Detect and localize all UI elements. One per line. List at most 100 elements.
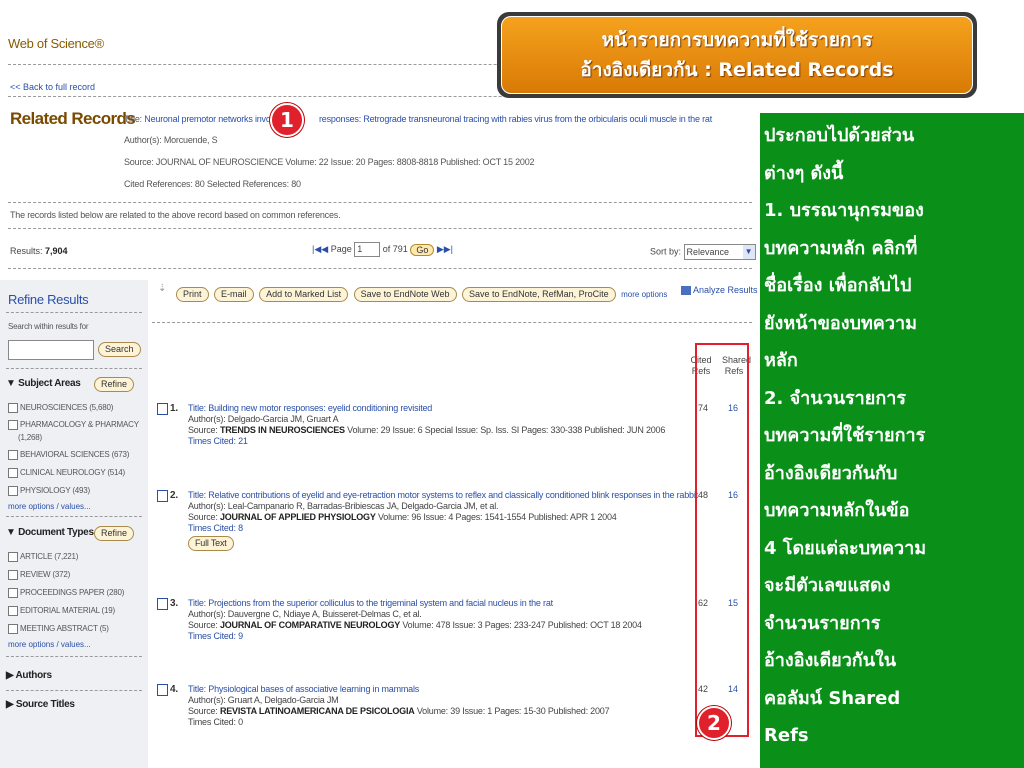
- subject-option[interactable]: NEUROSCIENCES (5,680): [8, 403, 113, 413]
- subject-option[interactable]: BEHAVIORAL SCIENCES (673): [8, 450, 129, 460]
- record-times-cited: Times Cited: 8: [188, 523, 243, 533]
- search-within-input[interactable]: [8, 340, 94, 360]
- subject-areas-heading[interactable]: ▼ Subject Areas: [6, 378, 81, 389]
- record-times-cited: Times Cited: 0: [188, 717, 243, 727]
- subject-option-count: (1,268): [18, 433, 42, 442]
- related-note: The records listed below are related to …: [10, 210, 341, 220]
- print-button[interactable]: Print: [176, 287, 209, 302]
- explanation-line: 4 โดยแต่ละบทความ: [764, 537, 927, 559]
- page-title: Related Records: [10, 109, 136, 128]
- explanation-line: 1. บรรณานุกรมของ: [764, 200, 924, 221]
- explanation-line: ยังหน้าของบทความ: [764, 312, 917, 334]
- authors-heading[interactable]: ▶ Authors: [6, 670, 52, 681]
- more-options-link[interactable]: more options / values...: [8, 640, 91, 649]
- divider: [8, 228, 752, 229]
- record-source: Source: JOURNAL OF COMPARATIVE NEUROLOGY…: [188, 620, 642, 630]
- explanation-line: 2. จำนวนรายการ: [764, 387, 906, 409]
- subject-option[interactable]: CLINICAL NEUROLOGY (514): [8, 468, 125, 478]
- divider: [152, 322, 752, 323]
- more-options-link[interactable]: more options / values...: [8, 502, 91, 511]
- record-authors: Author(s): Leal-Campanario R, Barradas-B…: [188, 501, 499, 511]
- main-title-link-2[interactable]: responses: Retrograde transneuronal trac…: [319, 114, 712, 124]
- subject-option[interactable]: PHARMACOLOGY & PHARMACY: [8, 420, 139, 430]
- back-link[interactable]: << Back to full record: [10, 82, 95, 92]
- divider: [8, 202, 752, 203]
- record-title-link[interactable]: Title: Physiological bases of associativ…: [188, 684, 609, 695]
- checkbox[interactable]: [8, 403, 18, 413]
- record-title-link[interactable]: Title: Projections from the superior col…: [188, 598, 642, 609]
- shared-refs-highlight: [695, 343, 749, 737]
- refine-title: Refine Results: [8, 292, 89, 307]
- main-record-authors: Author(s): Morcuende, S: [124, 135, 218, 145]
- chevron-down-icon: ▼: [742, 245, 755, 259]
- record-authors: Author(s): Delgado-Garcia JM, Gruart A: [188, 414, 339, 424]
- main-record-source: Source: JOURNAL OF NEUROSCIENCE Volume: …: [124, 157, 535, 167]
- explanation-line: บทความหลัก คลิกที่: [764, 237, 918, 259]
- explanation-line: Refs: [764, 725, 809, 746]
- checkbox[interactable]: [8, 588, 18, 598]
- sort-select[interactable]: Relevance ▼: [683, 244, 756, 260]
- record-authors: Author(s): Dauvergne C, Ndiaye A, Buisse…: [188, 609, 422, 619]
- next-last-icon[interactable]: ▶▶|: [437, 244, 453, 254]
- add-to-marked-list-button[interactable]: Add to Marked List: [259, 287, 349, 302]
- explanation-panel: ประกอบไปด้วยส่วน ต่างๆ ดังนี้ 1. บรรณานุ…: [760, 113, 1024, 768]
- checkbox[interactable]: [8, 420, 18, 430]
- document-types-heading[interactable]: ▼ Document Types: [6, 527, 94, 538]
- explanation-line: จะมีตัวเลขแสดง: [764, 575, 891, 596]
- doctype-option[interactable]: REVIEW (372): [8, 570, 70, 580]
- select-all-icon[interactable]: ⇣: [158, 283, 166, 294]
- refine-sidebar: Refine Results Search within results for…: [0, 280, 148, 768]
- save-endnote-web-button[interactable]: Save to EndNote Web: [353, 287, 457, 302]
- callout-line-1: หน้ารายการบทความที่ใช้รายการ: [601, 29, 873, 51]
- record-title-link[interactable]: Title: Relative contributions of eyelid …: [188, 490, 698, 501]
- explanation-line: จำนวนรายการ: [764, 612, 881, 634]
- search-button[interactable]: Search: [98, 342, 141, 357]
- analyze-results[interactable]: Analyze Results: [681, 285, 758, 296]
- record-title-link[interactable]: Title: Building new motor responses: eye…: [188, 403, 665, 414]
- main-record-title[interactable]: Title: Neuronal premotor networks involv…: [124, 114, 712, 124]
- explanation-line: คอลัมน์ Shared: [764, 687, 901, 709]
- record-times-cited: Times Cited: 9: [188, 631, 243, 641]
- subject-option[interactable]: PHYSIOLOGY (493): [8, 486, 90, 496]
- explanation-line: ชื่อเรื่อง เพื่อกลับไป: [764, 275, 912, 296]
- checkbox[interactable]: [8, 624, 18, 634]
- record-checkbox[interactable]: [157, 598, 168, 610]
- pager: |◀◀ Page 1 of 791 Go ▶▶|: [312, 242, 453, 257]
- checkbox[interactable]: [8, 486, 18, 496]
- refine-subject-button[interactable]: Refine: [94, 377, 135, 392]
- doctype-option[interactable]: ARTICLE (7,221): [8, 552, 78, 562]
- save-endnote-refman-button[interactable]: Save to EndNote, RefMan, ProCite: [462, 287, 616, 302]
- explanation-line: อ้างอิงเดียวกันกับ: [764, 462, 898, 484]
- refine-doctype-button[interactable]: Refine: [94, 526, 135, 541]
- go-button[interactable]: Go: [410, 243, 435, 256]
- first-prev-icon[interactable]: |◀◀: [312, 244, 328, 254]
- full-text-button[interactable]: Full Text: [188, 536, 234, 551]
- doctype-option[interactable]: EDITORIAL MATERIAL (19): [8, 606, 115, 616]
- analyze-icon: [681, 286, 691, 296]
- checkbox[interactable]: [8, 570, 18, 580]
- record-source: Source: TRENDS IN NEUROSCIENCES Volume: …: [188, 425, 666, 435]
- main-title-link-1[interactable]: Neuronal premotor networks involved: [144, 114, 286, 124]
- record-checkbox[interactable]: [157, 490, 168, 502]
- email-button[interactable]: E-mail: [214, 287, 254, 302]
- toolbar: Print E-mail Add to Marked List Save to …: [176, 287, 667, 302]
- callout-banner: หน้ารายการบทความที่ใช้รายการ อ้างอิงเดีย…: [497, 12, 977, 98]
- explanation-text: ประกอบไปด้วยส่วน ต่างๆ ดังนี้ 1. บรรณานุ…: [764, 117, 1022, 755]
- record-checkbox[interactable]: [157, 403, 168, 415]
- checkbox[interactable]: [8, 606, 18, 616]
- more-options-link[interactable]: more options: [621, 290, 667, 299]
- checkbox[interactable]: [8, 552, 18, 562]
- page-input[interactable]: 1: [354, 242, 381, 257]
- record-times-cited: Times Cited: 21: [188, 436, 248, 446]
- doctype-option[interactable]: MEETING ABSTRACT (5): [8, 624, 109, 634]
- results-count: Results: 7,904: [10, 246, 68, 256]
- source-titles-heading[interactable]: ▶ Source Titles: [6, 699, 75, 710]
- doctype-option[interactable]: PROCEEDINGS PAPER (280): [8, 588, 124, 598]
- checkbox[interactable]: [8, 450, 18, 460]
- record-checkbox[interactable]: [157, 684, 168, 696]
- checkbox[interactable]: [8, 468, 18, 478]
- app-title: Web of Science®: [8, 36, 104, 51]
- divider: [8, 268, 752, 269]
- explanation-line: หลัก: [764, 350, 798, 371]
- record-source: Source: JOURNAL OF APPLIED PHYSIOLOGY Vo…: [188, 512, 617, 522]
